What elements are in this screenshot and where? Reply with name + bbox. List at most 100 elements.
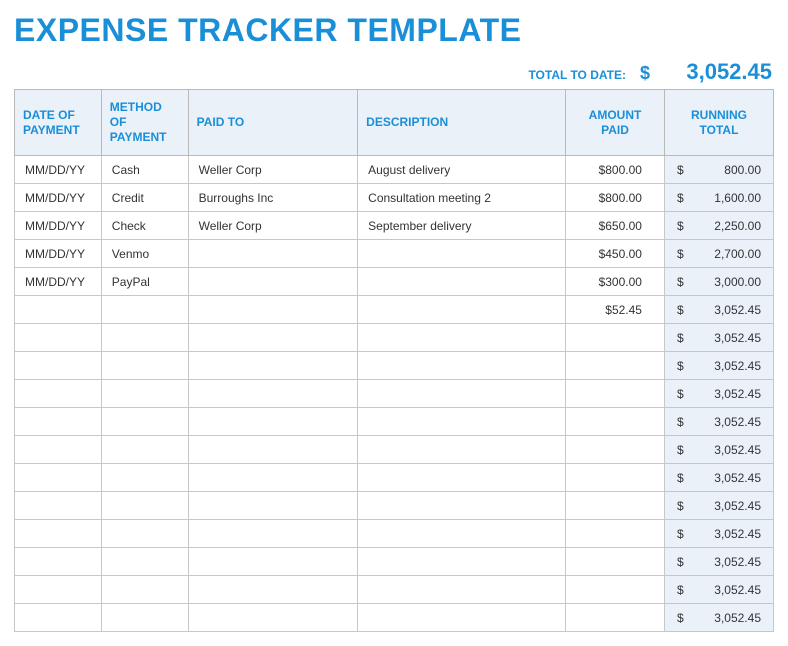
cell-description[interactable] <box>358 520 566 548</box>
cell-date[interactable]: MM/DD/YY <box>15 240 102 268</box>
cell-running-total[interactable]: $3,052.45 <box>664 576 773 604</box>
cell-method[interactable] <box>101 548 188 576</box>
cell-method[interactable] <box>101 492 188 520</box>
cell-method[interactable]: Venmo <box>101 240 188 268</box>
cell-amount[interactable] <box>566 436 665 464</box>
cell-description[interactable] <box>358 464 566 492</box>
cell-running-total[interactable]: $3,052.45 <box>664 520 773 548</box>
cell-date[interactable] <box>15 408 102 436</box>
cell-description[interactable] <box>358 576 566 604</box>
cell-description[interactable]: September delivery <box>358 212 566 240</box>
cell-paid-to[interactable] <box>188 436 358 464</box>
cell-amount[interactable]: $300.00 <box>566 268 665 296</box>
cell-paid-to[interactable] <box>188 520 358 548</box>
cell-amount[interactable]: $52.45 <box>566 296 665 324</box>
cell-date[interactable] <box>15 436 102 464</box>
cell-amount[interactable] <box>566 492 665 520</box>
cell-paid-to[interactable]: Weller Corp <box>188 156 358 184</box>
cell-amount[interactable] <box>566 408 665 436</box>
cell-date[interactable] <box>15 520 102 548</box>
cell-date[interactable]: MM/DD/YY <box>15 156 102 184</box>
cell-date[interactable] <box>15 324 102 352</box>
cell-amount[interactable]: $800.00 <box>566 156 665 184</box>
cell-method[interactable]: PayPal <box>101 268 188 296</box>
cell-date[interactable]: MM/DD/YY <box>15 184 102 212</box>
cell-amount[interactable] <box>566 548 665 576</box>
cell-running-total[interactable]: $3,000.00 <box>664 268 773 296</box>
cell-method[interactable] <box>101 520 188 548</box>
cell-description[interactable] <box>358 548 566 576</box>
cell-amount[interactable]: $800.00 <box>566 184 665 212</box>
cell-paid-to[interactable] <box>188 548 358 576</box>
cell-paid-to[interactable]: Burroughs Inc <box>188 184 358 212</box>
cell-running-total[interactable]: $3,052.45 <box>664 380 773 408</box>
cell-description[interactable]: August delivery <box>358 156 566 184</box>
cell-amount[interactable] <box>566 520 665 548</box>
cell-description[interactable] <box>358 436 566 464</box>
cell-paid-to[interactable] <box>188 492 358 520</box>
cell-paid-to[interactable] <box>188 604 358 632</box>
cell-amount[interactable]: $450.00 <box>566 240 665 268</box>
cell-date[interactable] <box>15 492 102 520</box>
cell-method[interactable] <box>101 604 188 632</box>
cell-description[interactable] <box>358 324 566 352</box>
cell-paid-to[interactable] <box>188 380 358 408</box>
cell-method[interactable] <box>101 380 188 408</box>
cell-amount[interactable]: $650.00 <box>566 212 665 240</box>
cell-paid-to[interactable] <box>188 408 358 436</box>
cell-method[interactable] <box>101 436 188 464</box>
cell-method[interactable] <box>101 324 188 352</box>
cell-running-total[interactable]: $3,052.45 <box>664 464 773 492</box>
cell-paid-to[interactable] <box>188 268 358 296</box>
cell-paid-to[interactable] <box>188 352 358 380</box>
cell-running-total[interactable]: $800.00 <box>664 156 773 184</box>
cell-date[interactable] <box>15 576 102 604</box>
cell-amount[interactable] <box>566 324 665 352</box>
cell-description[interactable] <box>358 296 566 324</box>
cell-description[interactable] <box>358 604 566 632</box>
cell-method[interactable]: Check <box>101 212 188 240</box>
cell-description[interactable]: Consultation meeting 2 <box>358 184 566 212</box>
cell-amount[interactable] <box>566 604 665 632</box>
cell-paid-to[interactable] <box>188 240 358 268</box>
cell-amount[interactable] <box>566 380 665 408</box>
cell-description[interactable] <box>358 352 566 380</box>
cell-running-total[interactable]: $3,052.45 <box>664 436 773 464</box>
cell-paid-to[interactable] <box>188 324 358 352</box>
cell-running-total[interactable]: $3,052.45 <box>664 352 773 380</box>
cell-date[interactable] <box>15 464 102 492</box>
cell-running-total[interactable]: $2,250.00 <box>664 212 773 240</box>
cell-date[interactable]: MM/DD/YY <box>15 268 102 296</box>
cell-method[interactable] <box>101 352 188 380</box>
cell-method[interactable]: Cash <box>101 156 188 184</box>
cell-running-total[interactable]: $3,052.45 <box>664 548 773 576</box>
cell-description[interactable] <box>358 492 566 520</box>
cell-description[interactable] <box>358 268 566 296</box>
cell-date[interactable] <box>15 352 102 380</box>
cell-description[interactable] <box>358 240 566 268</box>
cell-method[interactable] <box>101 464 188 492</box>
cell-description[interactable] <box>358 380 566 408</box>
cell-date[interactable] <box>15 548 102 576</box>
cell-description[interactable] <box>358 408 566 436</box>
cell-running-total[interactable]: $2,700.00 <box>664 240 773 268</box>
cell-running-total[interactable]: $1,600.00 <box>664 184 773 212</box>
cell-date[interactable] <box>15 604 102 632</box>
cell-date[interactable]: MM/DD/YY <box>15 212 102 240</box>
cell-running-total[interactable]: $3,052.45 <box>664 408 773 436</box>
cell-method[interactable]: Credit <box>101 184 188 212</box>
cell-amount[interactable] <box>566 576 665 604</box>
cell-amount[interactable] <box>566 464 665 492</box>
cell-method[interactable] <box>101 576 188 604</box>
cell-date[interactable] <box>15 380 102 408</box>
cell-paid-to[interactable]: Weller Corp <box>188 212 358 240</box>
cell-running-total[interactable]: $3,052.45 <box>664 324 773 352</box>
cell-running-total[interactable]: $3,052.45 <box>664 604 773 632</box>
cell-paid-to[interactable] <box>188 296 358 324</box>
cell-method[interactable] <box>101 296 188 324</box>
cell-running-total[interactable]: $3,052.45 <box>664 492 773 520</box>
cell-method[interactable] <box>101 408 188 436</box>
cell-date[interactable] <box>15 296 102 324</box>
cell-paid-to[interactable] <box>188 576 358 604</box>
cell-running-total[interactable]: $3,052.45 <box>664 296 773 324</box>
